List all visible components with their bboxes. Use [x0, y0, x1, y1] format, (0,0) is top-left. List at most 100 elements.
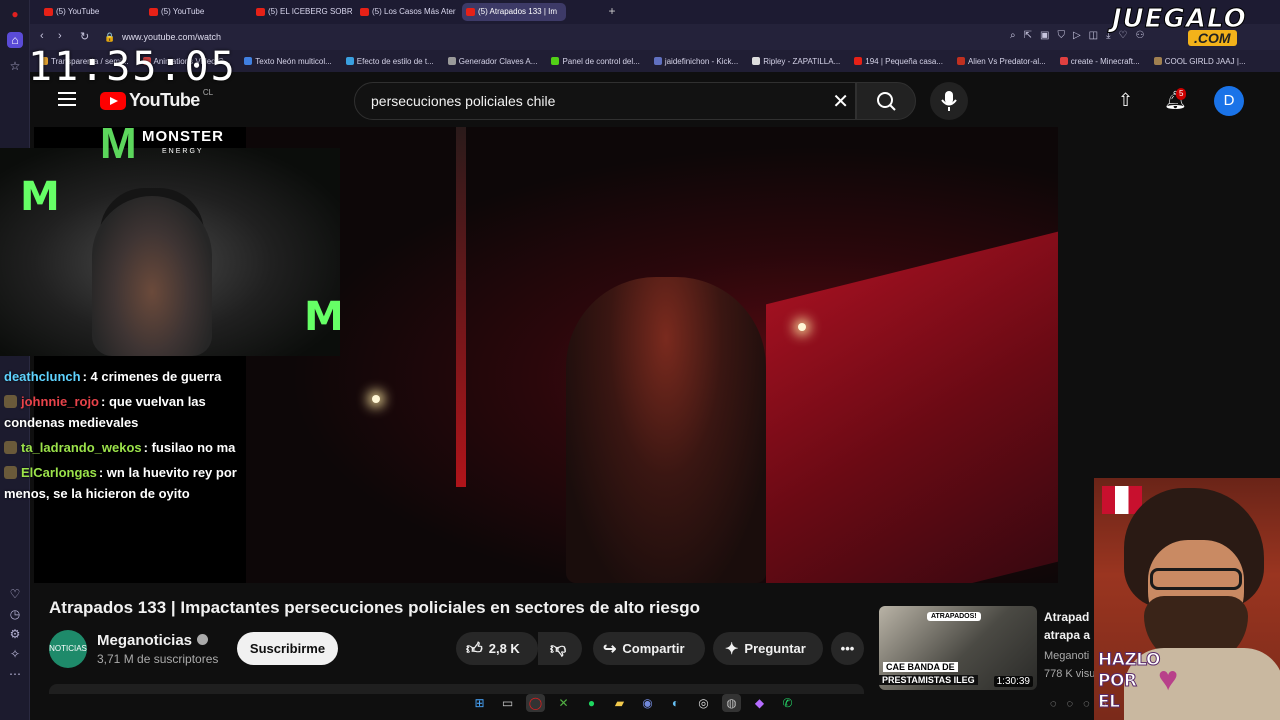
youtube-favicon-icon — [44, 8, 53, 16]
search-icon[interactable]: ⌕ — [1010, 30, 1016, 41]
glasses — [1150, 568, 1242, 590]
opera-logo-icon[interactable]: ● — [7, 6, 23, 22]
share-icon[interactable]: ⇱ — [1024, 30, 1032, 41]
youtube-favicon-icon — [149, 8, 158, 16]
bookmark-item[interactable]: Alien Vs Predator-al... — [956, 56, 1046, 66]
channel-name[interactable]: Meganoticias — [97, 632, 209, 649]
recommended-channel: Meganoti — [1044, 650, 1090, 662]
microphone-icon — [941, 91, 957, 111]
bookmark-item[interactable]: Generador Claves A... — [447, 56, 538, 66]
monster-claw-icon: M — [304, 294, 340, 340]
share-button[interactable]: ↪ Compartir — [593, 632, 705, 665]
spotify-icon[interactable]: ● — [582, 694, 601, 712]
clear-search-icon[interactable]: ✕ — [832, 89, 849, 114]
tray-icon[interactable]: ◌ — [1067, 698, 1074, 710]
officer-figure — [566, 277, 766, 583]
download-icon[interactable]: ⤓ — [1106, 30, 1110, 41]
subscribe-button[interactable]: Suscribirme — [237, 632, 338, 665]
shield-icon[interactable]: ⛉ — [1057, 30, 1065, 41]
search-button[interactable] — [856, 82, 916, 120]
app-icon[interactable]: ◆ — [750, 694, 769, 712]
menu-icon[interactable] — [58, 92, 76, 106]
app-icon[interactable]: ◍ — [722, 694, 741, 712]
bookmark-favicon-icon — [1153, 57, 1162, 65]
bookmark-item[interactable]: jaidefinichon - Kick... — [653, 57, 738, 66]
windows-start-icon[interactable]: ⊞ — [470, 694, 489, 712]
cube-icon[interactable]: ◫ — [1089, 30, 1098, 41]
whatsapp-icon[interactable]: ✆ — [778, 694, 797, 712]
tray-icon[interactable]: ◌ — [1083, 698, 1090, 710]
promo-line: POR — [1098, 671, 1138, 692]
dislike-button[interactable]: 👎︎ — [538, 632, 582, 665]
heart-icon[interactable]: ♡ — [7, 586, 23, 602]
settings-icon[interactable]: ⚙ — [7, 626, 23, 642]
channel-avatar[interactable]: NOTICIAS — [49, 630, 87, 668]
steam-icon[interactable]: ◐ — [666, 694, 685, 712]
forward-icon[interactable]: › — [58, 30, 62, 42]
monster-text: MONSTER — [142, 128, 224, 145]
search-input[interactable]: persecuciones policiales chile — [371, 93, 555, 109]
voice-search-button[interactable] — [930, 82, 968, 120]
bookmark-item[interactable]: create - Minecraft... — [1059, 57, 1140, 66]
promo-line: HAZLO — [1098, 650, 1161, 671]
recommended-thumbnail[interactable]: ATRAPADOS! CAE BANDA DE PRESTAMISTAS ILE… — [879, 606, 1037, 690]
bookmark-item[interactable]: Panel de control del... — [551, 57, 640, 66]
discord-icon[interactable]: ◉ — [638, 694, 657, 712]
opera-taskbar-icon[interactable]: ◯ — [526, 694, 545, 712]
upload-icon[interactable]: ⇧ — [1118, 90, 1133, 111]
bookmark-label: Efecto de estilo de t... — [356, 56, 434, 66]
tray-icon[interactable]: ◌ — [1100, 698, 1107, 710]
recommended-title-line: Atrapad — [1044, 610, 1090, 624]
tab-5-active[interactable]: (5) Atrapados 133 | Im — [462, 3, 566, 21]
bookmark-label: Generador Claves A... — [458, 56, 538, 66]
xbox-icon[interactable]: ✕ — [554, 694, 573, 712]
tray-icon[interactable]: ◌ — [1050, 698, 1057, 710]
camera-icon[interactable]: ▣ — [1040, 30, 1049, 41]
account-avatar[interactable]: D — [1214, 86, 1244, 116]
tab-3[interactable]: (5) EL ICEBERG SOBRE CH — [252, 3, 352, 21]
video-frame — [246, 127, 1066, 583]
tab-1[interactable]: (5) YouTube — [40, 3, 140, 21]
home-icon[interactable]: ⌂ — [7, 32, 23, 48]
monster-subtext: ENERGY — [162, 148, 204, 155]
subscriber-count: 3,71 M de suscriptores — [97, 652, 219, 666]
more-actions-button[interactable]: ••• — [831, 632, 864, 665]
pinboard-icon[interactable]: ☆ — [7, 58, 23, 74]
bookmark-label: Alien Vs Predator-al... — [967, 56, 1046, 66]
reload-icon[interactable]: ↻ — [80, 30, 89, 43]
bookmark-label: Ripley - ZAPATILLA... — [763, 56, 841, 66]
bookmark-item[interactable]: Ripley - ZAPATILLA... — [752, 57, 840, 66]
chat-message: deathclunch: 4 crimenes de guerra — [4, 366, 221, 387]
bookmark-item[interactable]: 194 | Pequeña casa... — [854, 57, 943, 66]
task-view-icon[interactable]: ▭ — [498, 694, 517, 712]
brand-logo: JUEGALO .COM — [1112, 4, 1280, 48]
tab-2[interactable]: (5) YouTube — [145, 3, 245, 21]
play-icon[interactable]: ▷ — [1073, 30, 1081, 41]
back-icon[interactable]: ‹ — [40, 30, 44, 42]
url-field[interactable]: www.youtube.com/watch — [122, 32, 221, 42]
bookmark-item[interactable]: Efecto de estilo de t... — [345, 56, 434, 66]
ask-button[interactable]: ✦ Preguntar — [713, 632, 823, 665]
tab-4[interactable]: (5) Los Casos Más Aterrac — [356, 3, 456, 21]
history-icon[interactable]: ◷ — [7, 606, 23, 622]
share-label: Compartir — [622, 641, 685, 656]
new-tab-button[interactable]: + — [605, 4, 619, 18]
search-box[interactable]: persecuciones policiales chile ✕ — [354, 82, 856, 120]
youtube-logo[interactable]: YouTube CL — [100, 88, 213, 111]
monster-logo: M MONSTER ENERGY — [98, 118, 228, 174]
system-tray: ◌ ◌ ◌ ◌ — [1050, 698, 1106, 710]
bookmark-favicon-icon — [345, 57, 354, 65]
avatar-character-overlay: ♥ HAZLO POR EL — [1094, 478, 1280, 720]
lightbulb-icon[interactable]: ✧ — [7, 646, 23, 662]
bookmark-item[interactable]: Texto Neón multicol... — [244, 57, 332, 66]
obs-icon[interactable]: ◎ — [694, 694, 713, 712]
recommended-title[interactable]: Atrapad atrapa a — [1044, 608, 1096, 644]
more-icon[interactable]: ⋯ — [7, 666, 23, 682]
file-explorer-icon[interactable]: ▰ — [610, 694, 629, 712]
video-duration: 1:30:39 — [993, 676, 1033, 687]
tab-bar: (5) YouTube (5) YouTube (5) EL ICEBERG S… — [30, 0, 1280, 24]
bookmark-item[interactable]: COOL GIRLD JAAJ |... — [1153, 57, 1246, 66]
bookmark-favicon-icon — [956, 57, 965, 65]
chat-text: : fusilao no ma — [143, 440, 236, 455]
chat-text: : wn la huevito rey por — [98, 465, 237, 480]
